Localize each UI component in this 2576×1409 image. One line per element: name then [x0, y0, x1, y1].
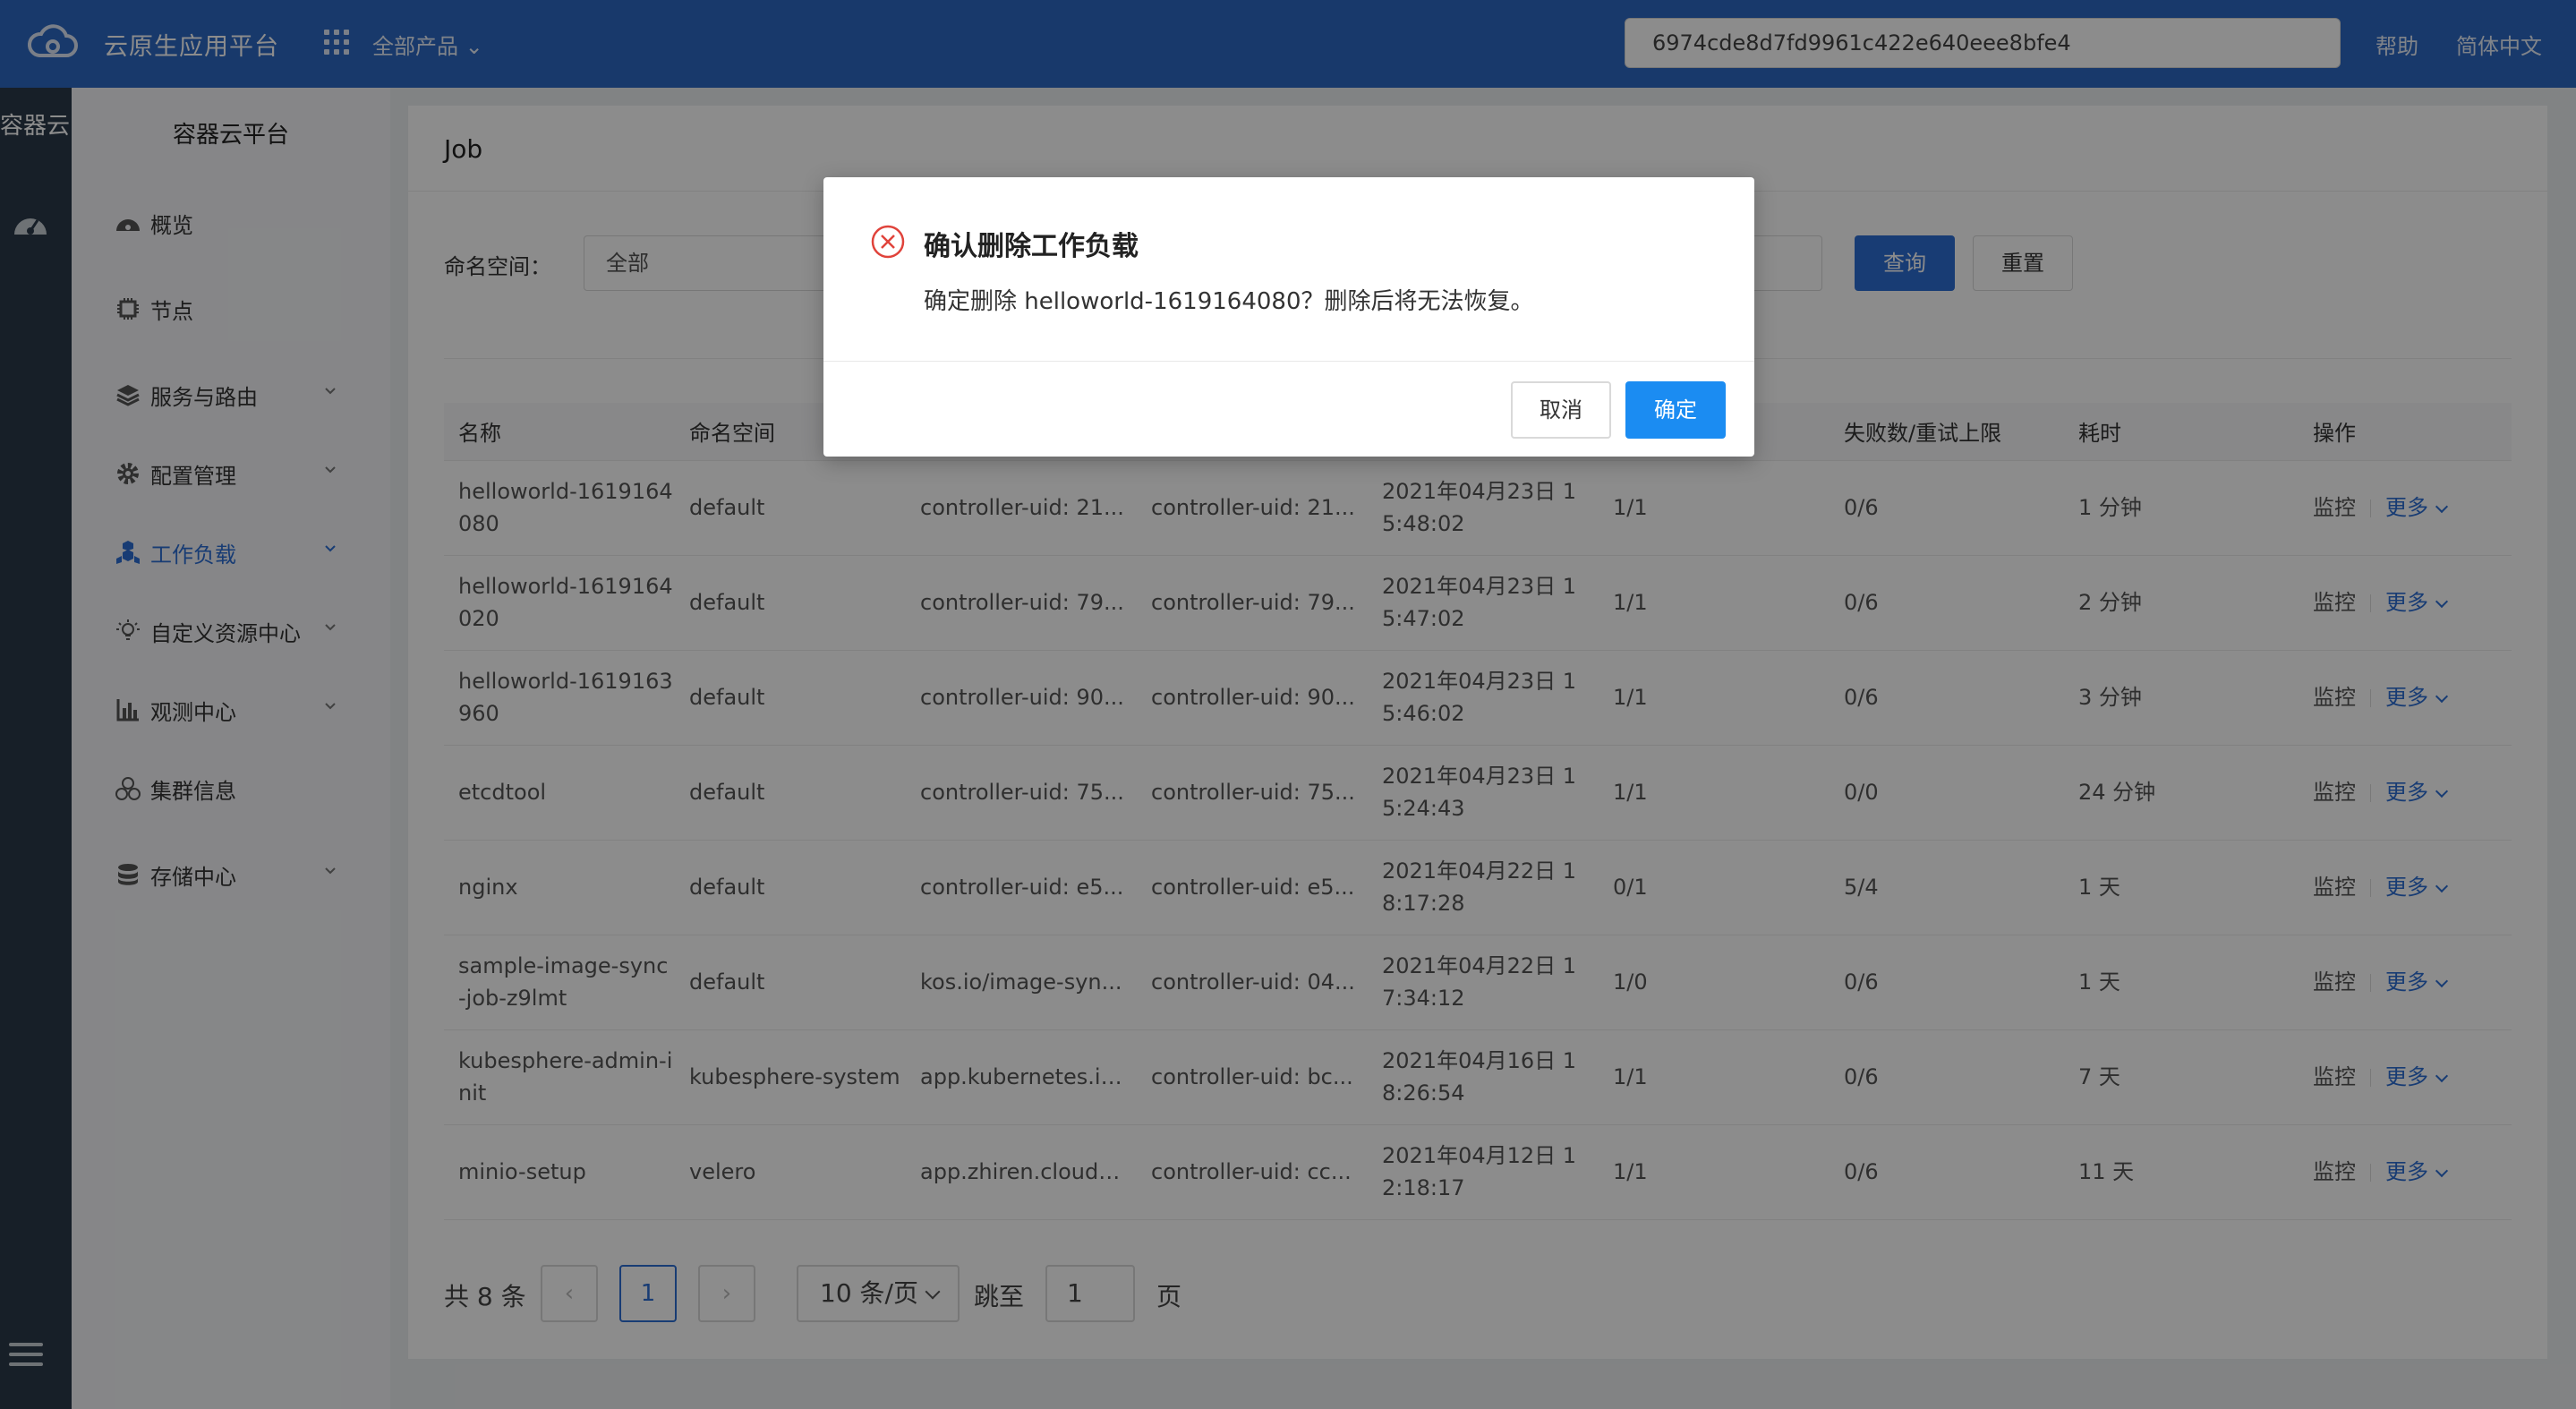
- cancel-button[interactable]: 取消: [1511, 381, 1611, 439]
- confirm-delete-dialog: 确认删除工作负载 确定删除 helloworld-1619164080？删除后将…: [823, 177, 1754, 457]
- confirm-button[interactable]: 确定: [1625, 381, 1726, 439]
- dialog-message: 确定删除 helloworld-1619164080？删除后将无法恢复。: [924, 288, 1534, 315]
- error-circle-icon: [871, 225, 905, 259]
- dialog-title: 确认删除工作负载: [924, 231, 1139, 262]
- dialog-body: 确认删除工作负载 确定删除 helloworld-1619164080？删除后将…: [823, 177, 1754, 362]
